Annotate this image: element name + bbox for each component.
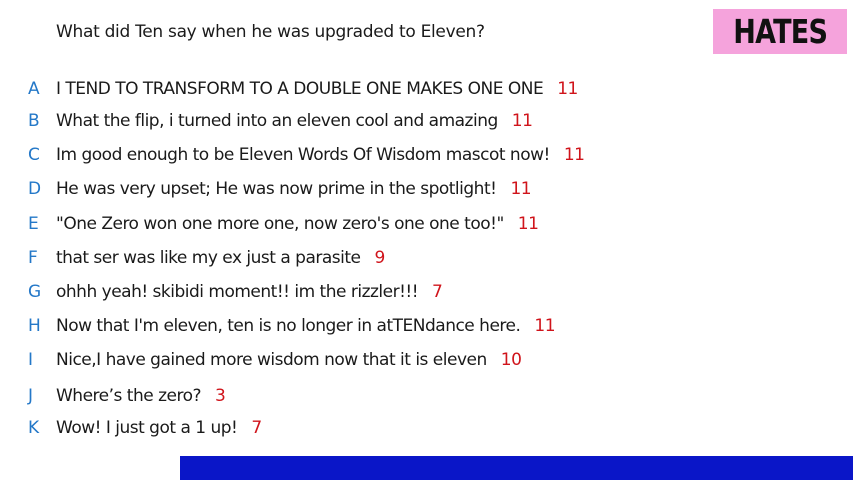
answer-text: that ser was like my ex just a parasite — [56, 248, 361, 268]
answer-count: 9 — [374, 248, 385, 268]
answer-letter: G — [28, 282, 41, 302]
answer-list: A I TEND TO TRANSFORM TO A DOUBLE ONE MA… — [0, 0, 853, 480]
answer-count: 3 — [215, 386, 226, 406]
answer-letter: K — [28, 418, 39, 438]
answer-text: Wow! I just got a 1 up! — [56, 418, 238, 438]
answer-letter: H — [28, 316, 41, 336]
answer-letter: A — [28, 79, 40, 99]
answer-count: 7 — [432, 282, 443, 302]
answer-letter: F — [28, 248, 38, 268]
answer-count: 11 — [517, 214, 539, 234]
answer-letter: I — [28, 350, 33, 370]
answer-count: 11 — [534, 316, 556, 336]
answer-text: Im good enough to be Eleven Words Of Wis… — [56, 145, 550, 165]
answer-count: 11 — [557, 79, 578, 99]
answer-text: Now that I'm eleven, ten is no longer in… — [56, 316, 521, 336]
answer-letter: B — [28, 111, 40, 131]
answer-count: 11 — [511, 111, 533, 131]
answer-text: I TEND TO TRANSFORM TO A DOUBLE ONE MAKE… — [56, 79, 544, 99]
bottom-bar — [180, 456, 853, 480]
answer-letter: C — [28, 145, 40, 165]
answer-text: He was very upset; He was now prime in t… — [56, 179, 497, 199]
answer-count: 11 — [563, 145, 585, 165]
answer-letter: J — [28, 386, 33, 406]
answer-text: Where’s the zero? — [56, 386, 202, 406]
answer-text: Nice,I have gained more wisdom now that … — [56, 350, 487, 370]
answer-count: 11 — [510, 179, 532, 199]
answer-text: What the flip, i turned into an eleven c… — [56, 111, 498, 131]
answer-count: 7 — [251, 418, 262, 438]
answer-text: ohhh yeah! skibidi moment!! im the rizzl… — [56, 282, 419, 302]
answer-letter: D — [28, 179, 41, 199]
answer-letter: E — [28, 214, 39, 234]
answer-count: 10 — [500, 350, 522, 370]
answer-text: "One Zero won one more one, now zero's o… — [56, 214, 504, 234]
